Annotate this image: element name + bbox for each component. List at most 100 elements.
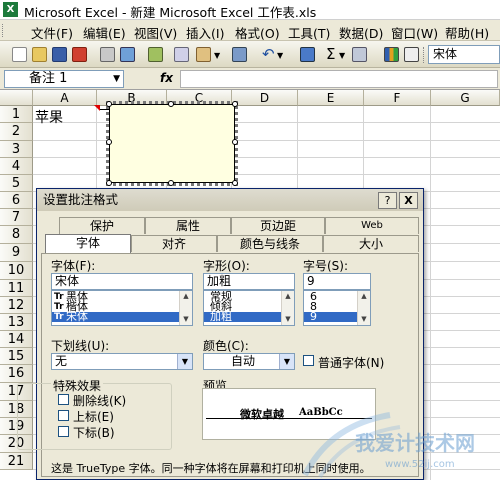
autosum-icon[interactable]: Σ [326, 45, 335, 63]
resize-handle-bl[interactable] [106, 180, 112, 186]
style-list[interactable]: 常规 倾斜 加粗 ▲ ▼ [203, 290, 295, 326]
comment-box[interactable] [106, 101, 238, 186]
menu-help[interactable]: 帮助(H) [445, 23, 489, 42]
open-icon[interactable] [32, 47, 47, 62]
size-list[interactable]: 6 8 9 ▲ ▼ [303, 290, 371, 326]
menu-edit[interactable]: 编辑(E) [83, 23, 126, 42]
tab-web[interactable]: Web [325, 217, 419, 234]
font-name-box[interactable]: 宋体 [428, 45, 500, 64]
font-list-item-selected[interactable]: Tr 宋体 [52, 311, 192, 322]
tab-size[interactable]: 大小 [323, 235, 419, 252]
row-header-12[interactable]: 12 [0, 297, 33, 314]
font-input[interactable]: 宋体 [51, 273, 193, 290]
print-icon[interactable] [100, 47, 115, 62]
chevron-down-icon[interactable]: ▼ [113, 71, 120, 87]
row-header-1[interactable]: 1 [0, 106, 33, 123]
color-select[interactable]: 自动 ▼ [203, 353, 295, 370]
paste-icon[interactable] [196, 47, 211, 62]
row-header-15[interactable]: 15 [0, 348, 33, 365]
subscript-checkbox[interactable] [58, 426, 69, 437]
row-header-2[interactable]: 2 [0, 123, 33, 141]
row-header-16[interactable]: 16 [0, 365, 33, 383]
size-list-scrollbar[interactable]: ▲ ▼ [357, 291, 370, 325]
name-box[interactable]: 备注 1 ▼ [4, 70, 124, 88]
menu-file[interactable]: 文件(F) [31, 23, 73, 42]
menu-view[interactable]: 视图(V) [134, 23, 177, 42]
new-icon[interactable] [12, 47, 27, 62]
strikethrough-checkbox[interactable] [58, 394, 69, 405]
row-header-21[interactable]: 21 [0, 453, 33, 470]
scroll-down-icon[interactable]: ▼ [180, 314, 192, 325]
cell-a1[interactable]: 苹果 [35, 107, 63, 127]
font-list-scrollbar[interactable]: ▲ ▼ [179, 291, 192, 325]
resize-handle-tl[interactable] [106, 101, 112, 107]
row-header-9[interactable]: 9 [0, 244, 33, 262]
resize-handle-l[interactable] [106, 139, 112, 145]
tab-margins[interactable]: 页边距 [231, 217, 325, 234]
menu-data[interactable]: 数据(D) [339, 23, 383, 42]
row-header-5[interactable]: 5 [0, 175, 33, 192]
paste-dropdown-icon[interactable]: ▼ [214, 51, 220, 60]
column-header-e[interactable]: E [298, 90, 364, 106]
resize-handle-br[interactable] [232, 180, 238, 186]
resize-handle-t[interactable] [168, 101, 174, 107]
autosum-dropdown-icon[interactable]: ▼ [339, 51, 345, 60]
tab-colors-lines[interactable]: 颜色与线条 [217, 235, 323, 252]
close-button[interactable]: X [399, 192, 418, 209]
print-preview-icon[interactable] [120, 47, 135, 62]
row-header-3[interactable]: 3 [0, 141, 33, 158]
help-icon[interactable] [404, 47, 419, 62]
row-header-4[interactable]: 4 [0, 158, 33, 175]
style-list-scrollbar[interactable]: ▲ ▼ [281, 291, 294, 325]
chevron-down-icon[interactable]: ▼ [177, 354, 192, 369]
row-header-13[interactable]: 13 [0, 314, 33, 331]
chevron-down-icon[interactable]: ▼ [279, 354, 294, 369]
row-header-7[interactable]: 7 [0, 209, 33, 226]
tab-properties[interactable]: 属性 [145, 217, 231, 234]
formula-input[interactable] [180, 70, 498, 88]
insert-function-icon[interactable]: fx [160, 71, 173, 85]
menu-format[interactable]: 格式(O) [235, 23, 280, 42]
row-header-11[interactable]: 11 [0, 280, 33, 297]
scroll-down-icon[interactable]: ▼ [282, 314, 294, 325]
row-header-8[interactable]: 8 [0, 226, 33, 244]
row-header-6[interactable]: 6 [0, 192, 33, 209]
normal-font-checkbox[interactable] [303, 355, 314, 366]
column-header-f[interactable]: F [364, 90, 431, 106]
row-header-14[interactable]: 14 [0, 331, 33, 348]
column-header-d[interactable]: D [232, 90, 298, 106]
tab-font[interactable]: 字体 [45, 234, 131, 253]
menu-insert[interactable]: 插入(I) [186, 23, 224, 42]
column-header-a[interactable]: A [33, 90, 97, 106]
menu-window[interactable]: 窗口(W) [391, 23, 438, 42]
row-header-10[interactable]: 10 [0, 262, 33, 280]
underline-select[interactable]: 无 ▼ [51, 353, 193, 370]
scroll-up-icon[interactable]: ▲ [282, 291, 294, 302]
scroll-down-icon[interactable]: ▼ [358, 314, 370, 325]
research-icon[interactable] [148, 47, 163, 62]
hyperlink-icon[interactable] [300, 47, 315, 62]
size-input[interactable]: 9 [303, 273, 371, 290]
resize-handle-tr[interactable] [232, 101, 238, 107]
help-button[interactable]: ? [378, 192, 397, 209]
scroll-up-icon[interactable]: ▲ [180, 291, 192, 302]
chart-wizard-icon[interactable] [384, 47, 399, 62]
column-header-g[interactable]: G [431, 90, 500, 106]
permission-icon[interactable] [72, 47, 87, 62]
select-all-corner[interactable] [0, 90, 33, 106]
format-painter-icon[interactable] [232, 47, 247, 62]
undo-dropdown-icon[interactable]: ▼ [277, 51, 283, 60]
undo-icon[interactable]: ↶ [262, 45, 275, 63]
save-icon[interactable] [52, 47, 67, 62]
resize-handle-b[interactable] [168, 180, 174, 186]
resize-handle-r[interactable] [232, 139, 238, 145]
style-input[interactable]: 加粗 [203, 273, 295, 290]
tab-alignment[interactable]: 对齐 [131, 235, 217, 252]
scroll-up-icon[interactable]: ▲ [358, 291, 370, 302]
tab-protection[interactable]: 保护 [59, 217, 145, 234]
menu-tools[interactable]: 工具(T) [288, 23, 330, 42]
font-list[interactable]: Tr 黑体 Tr 楷体 Tr 宋体 ▲ ▼ [51, 290, 193, 326]
cut-icon[interactable] [174, 47, 189, 62]
sort-ascending-icon[interactable] [352, 47, 367, 62]
superscript-checkbox[interactable] [58, 410, 69, 421]
